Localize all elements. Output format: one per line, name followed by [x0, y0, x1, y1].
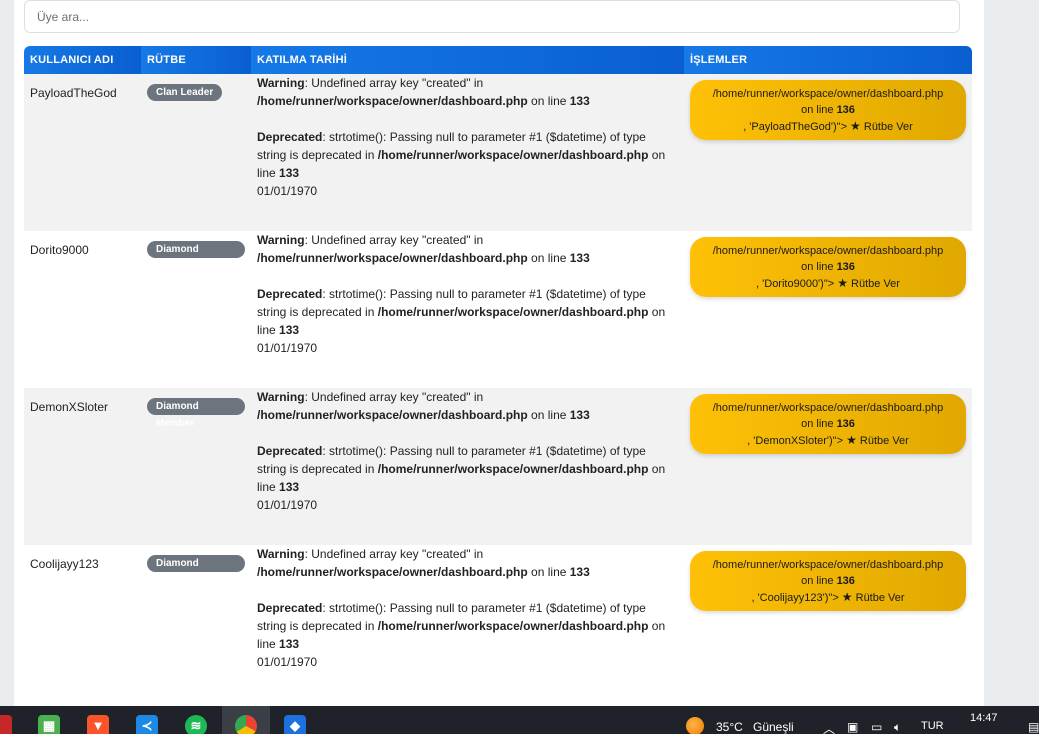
actions-cell: /home/runner/workspace/owner/dashboard.p…: [684, 545, 972, 702]
brave-icon[interactable]: ▼: [87, 715, 109, 734]
rank-cell: Diamond Member: [141, 388, 251, 545]
table-row: DemonXSloter Diamond Member Warning: Und…: [24, 388, 972, 545]
rank-cell: Diamond Member: [141, 231, 251, 388]
weather-sun-icon[interactable]: [686, 717, 704, 734]
column-header-join-date: KATILMA TARİHİ: [251, 46, 684, 74]
php-deprecated: Deprecated: strtotime(): Passing null to…: [257, 287, 666, 337]
table-row: Dorito9000 Diamond Member Warning: Undef…: [24, 231, 972, 388]
actions-cell: /home/runner/workspace/owner/dashboard.p…: [684, 74, 972, 231]
clock-time[interactable]: 14:47: [970, 712, 998, 724]
username-cell: Dorito9000: [24, 231, 141, 388]
star-icon: ★: [850, 118, 861, 133]
php-warning: Warning: Undefined array key "created" i…: [257, 76, 590, 108]
join-date-cell: Warning: Undefined array key "created" i…: [251, 231, 684, 388]
spotify-icon[interactable]: ≋: [185, 715, 207, 734]
table-header-row: KULLANICI ADI RÜTBE KATILMA TARİHİ İŞLEM…: [24, 46, 972, 74]
dashboard-panel: KULLANICI ADI RÜTBE KATILMA TARİHİ İŞLEM…: [14, 0, 984, 706]
column-header-rank: RÜTBE: [141, 46, 251, 74]
app-red-icon[interactable]: [0, 715, 12, 734]
rank-badge: Clan Leader: [147, 84, 223, 101]
php-deprecated: Deprecated: strtotime(): Passing null to…: [257, 601, 666, 651]
username-cell: Coolijayy123: [24, 545, 141, 702]
star-icon: ★: [846, 432, 857, 447]
username-cell: PayloadTheGod: [24, 74, 141, 231]
chrome-icon[interactable]: [235, 715, 257, 734]
minecraft-icon[interactable]: ▦: [38, 715, 60, 734]
join-date-cell: Warning: Undefined array key "created" i…: [251, 388, 684, 545]
members-table: KULLANICI ADI RÜTBE KATILMA TARİHİ İŞLEM…: [24, 46, 972, 702]
camera-icon[interactable]: ▣: [847, 720, 858, 734]
weather-temperature: 35°C: [716, 720, 743, 734]
rank-cell: Diamond Member: [141, 545, 251, 702]
php-deprecated: Deprecated: strtotime(): Passing null to…: [257, 444, 666, 494]
username: Coolijayy123: [30, 557, 99, 571]
php-warning: Warning: Undefined array key "created" i…: [257, 547, 590, 579]
taskbar: ▦ ▼ ≺ ≋ ◆ 35°C Güneşli ︿ ▣ ▭ 🔈︎ TUR 14:4…: [0, 706, 1039, 734]
actions-cell: /home/runner/workspace/owner/dashboard.p…: [684, 231, 972, 388]
volume-icon[interactable]: 🔈︎: [894, 720, 901, 734]
rank-badge: Diamond Member: [147, 398, 245, 429]
table-row: PayloadTheGod Clan Leader Warning: Undef…: [24, 74, 972, 231]
column-header-username: KULLANICI ADI: [24, 46, 141, 74]
table-row: Coolijayy123 Diamond Member Warning: Und…: [24, 545, 972, 702]
notification-icon[interactable]: ▤: [1028, 720, 1039, 734]
join-date: 01/01/1970: [257, 341, 318, 355]
chevron-up-icon[interactable]: ︿: [823, 720, 835, 734]
rank-cell: Clan Leader: [141, 74, 251, 231]
give-rank-button[interactable]: /home/runner/workspace/owner/dashboard.p…: [690, 237, 966, 297]
star-icon: ★: [841, 589, 853, 604]
username-cell: DemonXSloter: [24, 388, 141, 545]
php-warning: Warning: Undefined array key "created" i…: [257, 233, 590, 265]
vscode-icon[interactable]: ≺: [136, 715, 158, 734]
php-warning: Warning: Undefined array key "created" i…: [257, 390, 590, 422]
weather-description: Güneşli: [753, 720, 794, 734]
join-date: 01/01/1970: [257, 655, 318, 669]
join-date-cell: Warning: Undefined array key "created" i…: [251, 545, 684, 702]
language-indicator[interactable]: TUR: [921, 720, 944, 732]
join-date-cell: Warning: Undefined array key "created" i…: [251, 74, 684, 231]
username: DemonXSloter: [30, 400, 109, 414]
rank-badge: Diamond Member: [147, 241, 245, 272]
star-icon: ★: [837, 275, 848, 290]
actions-cell: /home/runner/workspace/owner/dashboard.p…: [684, 388, 972, 545]
network-icon[interactable]: ▭: [871, 720, 882, 734]
give-rank-button[interactable]: /home/runner/workspace/owner/dashboard.p…: [690, 80, 966, 140]
give-rank-button[interactable]: /home/runner/workspace/owner/dashboard.p…: [690, 551, 966, 611]
rank-badge: Diamond Member: [147, 555, 245, 586]
join-date: 01/01/1970: [257, 498, 318, 512]
column-header-actions: İŞLEMLER: [684, 46, 972, 74]
join-date: 01/01/1970: [257, 184, 318, 198]
username: Dorito9000: [30, 243, 89, 257]
php-deprecated: Deprecated: strtotime(): Passing null to…: [257, 130, 666, 180]
member-search-input[interactable]: [24, 0, 960, 33]
username: PayloadTheGod: [30, 86, 117, 100]
give-rank-button[interactable]: /home/runner/workspace/owner/dashboard.p…: [690, 394, 966, 454]
roblox-icon[interactable]: ◆: [284, 715, 306, 734]
